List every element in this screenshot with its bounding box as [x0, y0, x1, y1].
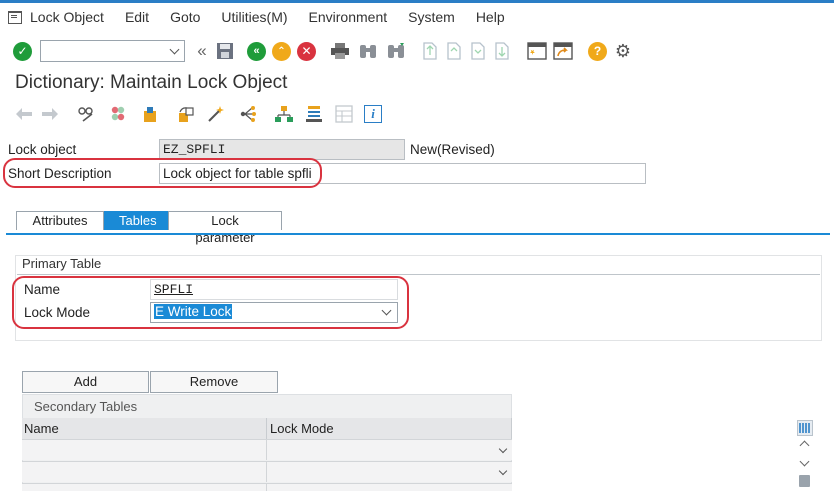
- sap-gui-window: Lock Object Edit Goto Utilities(M) Envir…: [0, 0, 834, 491]
- lock-object-label: Lock object: [8, 142, 77, 157]
- menu-lock-object[interactable]: Lock Object: [30, 9, 104, 25]
- back-double-icon[interactable]: «: [193, 41, 211, 61]
- enter-check-icon[interactable]: ✓: [13, 41, 32, 61]
- menu-environment[interactable]: Environment: [309, 9, 388, 25]
- page-title: Dictionary: Maintain Lock Object: [15, 72, 288, 93]
- cancel-icon[interactable]: ✕: [297, 41, 316, 61]
- column-config-icon[interactable]: [797, 420, 813, 436]
- vertical-scrollbar[interactable]: [797, 418, 813, 491]
- check-icon[interactable]: [140, 105, 160, 123]
- shortcut-icon[interactable]: [552, 42, 574, 60]
- scroll-thumb[interactable]: [799, 475, 810, 487]
- back-icon[interactable]: «: [247, 41, 266, 61]
- lock-object-field[interactable]: EZ_SPFLI: [159, 139, 405, 160]
- hierarchy-icon[interactable]: [274, 105, 294, 123]
- lock-object-status: New(Revised): [410, 142, 495, 157]
- where-used-icon[interactable]: [206, 105, 226, 123]
- table-row-1-name[interactable]: [22, 439, 267, 460]
- active-inactive-icon[interactable]: [108, 105, 128, 123]
- table-row-3-lock-mode[interactable]: [267, 483, 512, 491]
- group-divider: [17, 274, 820, 275]
- application-toolbar: i: [14, 103, 382, 125]
- customize-layout-icon[interactable]: ⚙: [613, 41, 633, 62]
- highlight-oval-primary-table: [12, 276, 409, 329]
- forward-arrow-icon[interactable]: [40, 107, 60, 121]
- previous-page-icon[interactable]: [444, 42, 464, 60]
- tab-tables[interactable]: Tables: [104, 211, 168, 230]
- table-row-3-name[interactable]: [22, 483, 267, 491]
- create-session-icon[interactable]: [526, 42, 548, 60]
- find-next-icon[interactable]: [386, 43, 406, 59]
- info-icon[interactable]: i: [364, 105, 382, 123]
- command-field[interactable]: [40, 40, 185, 62]
- menu-bar: Lock Object Edit Goto Utilities(M) Envir…: [0, 0, 834, 30]
- column-header-name[interactable]: Name: [22, 418, 267, 439]
- system-menu-icon[interactable]: [8, 11, 22, 24]
- chevron-down-icon: [498, 466, 508, 476]
- table-icon[interactable]: [334, 105, 354, 123]
- highlight-oval-short-description: [3, 158, 322, 188]
- first-page-icon[interactable]: [420, 42, 440, 60]
- menu-utilities[interactable]: Utilities(M): [221, 9, 287, 25]
- next-page-icon[interactable]: [468, 42, 488, 60]
- object-list-icon[interactable]: [238, 105, 258, 123]
- tab-strip: Attributes Tables Lock parameter: [16, 211, 282, 245]
- menu-system[interactable]: System: [408, 9, 455, 25]
- activate-icon[interactable]: [176, 105, 196, 123]
- help-icon[interactable]: ?: [588, 41, 607, 61]
- print-icon[interactable]: [330, 43, 350, 59]
- last-page-icon[interactable]: [492, 42, 512, 60]
- table-row-2-name[interactable]: [22, 461, 267, 482]
- table-row-2-lock-mode[interactable]: [267, 461, 512, 482]
- display-change-icon[interactable]: [76, 105, 96, 123]
- menu-goto[interactable]: Goto: [170, 9, 200, 25]
- navigation-window-icon[interactable]: [304, 105, 324, 123]
- add-button[interactable]: Add: [22, 371, 149, 393]
- scroll-down-icon[interactable]: [799, 456, 810, 467]
- table-row-1-lock-mode[interactable]: [267, 439, 512, 460]
- menu-help[interactable]: Help: [476, 9, 505, 25]
- primary-table-title: Primary Table: [22, 256, 102, 271]
- column-header-lock-mode[interactable]: Lock Mode: [267, 418, 512, 439]
- chevron-down-icon: [498, 444, 508, 454]
- remove-button[interactable]: Remove: [150, 371, 278, 393]
- standard-toolbar: ✓ « « ⌃ ✕ ? ⚙: [0, 33, 834, 69]
- scroll-up-icon[interactable]: [799, 440, 810, 451]
- exit-icon[interactable]: ⌃: [272, 41, 291, 61]
- secondary-tables-title: Secondary Tables: [34, 399, 138, 414]
- tab-underline: [6, 233, 830, 235]
- menu-edit[interactable]: Edit: [125, 9, 149, 25]
- find-icon[interactable]: [358, 43, 378, 59]
- save-icon[interactable]: [215, 41, 235, 61]
- tab-lock-parameter[interactable]: Lock parameter: [168, 211, 282, 245]
- back-arrow-icon[interactable]: [14, 107, 34, 121]
- tab-attributes[interactable]: Attributes: [16, 211, 104, 230]
